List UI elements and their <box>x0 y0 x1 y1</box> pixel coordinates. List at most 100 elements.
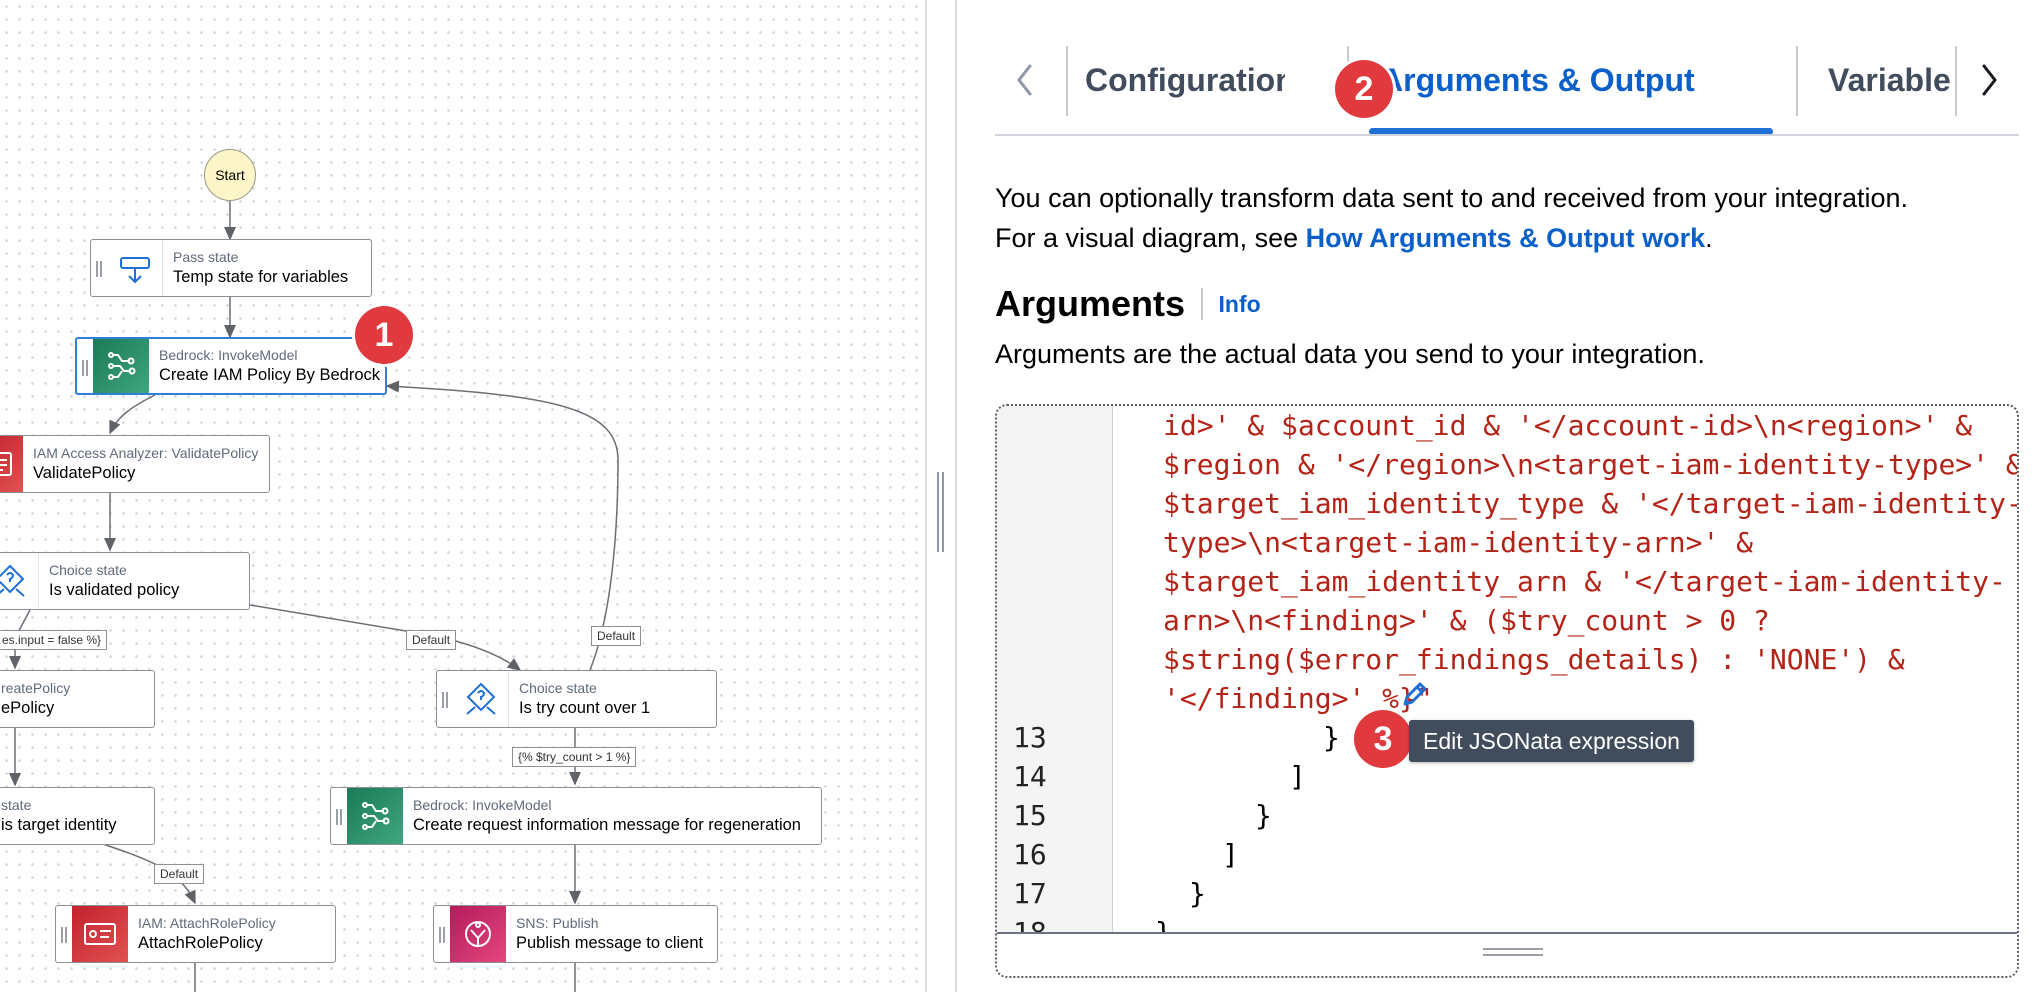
node-name: Temp state for variables <box>173 268 349 286</box>
edge-label: es.input = false %} <box>0 630 108 650</box>
line-number: 13 <box>1013 721 1047 754</box>
tab-scroll-left-button[interactable] <box>995 40 1055 120</box>
node-type: Choice state <box>519 680 597 696</box>
code-line: $target_iam_identity_type & '</target-ia… <box>1163 487 2017 520</box>
node-name: Is try count over 1 <box>519 699 651 717</box>
node-type: Bedrock: InvokeModel <box>159 347 298 363</box>
choice-icon <box>0 553 39 609</box>
iam-icon <box>72 906 128 962</box>
node-name: Create request information message for r… <box>413 816 801 834</box>
line-number: 14 <box>1013 760 1047 793</box>
code-line: id>' & $account_id & '</account-id>\n<re… <box>1163 409 1973 442</box>
intro-text-line2: For a visual diagram, see How Arguments … <box>995 218 1713 258</box>
arguments-heading: Arguments <box>995 283 1186 324</box>
line-number: 18 <box>1013 913 1047 932</box>
tab-bar: Configuration Arguments & Output Variabl… <box>995 40 2019 136</box>
line-number: 17 <box>1013 877 1047 910</box>
arguments-description: Arguments are the actual data you send t… <box>995 339 1705 369</box>
sns-publish-node[interactable]: SNS: Publish Publish message to client <box>433 905 718 963</box>
chevron-right-icon <box>1982 64 1997 96</box>
workflow-canvas[interactable]: Start Pass state Temp state for variables… <box>0 0 925 992</box>
node-name: Create IAM Policy By Bedrock <box>159 366 380 384</box>
how-arguments-output-link[interactable]: How Arguments & Output work <box>1306 223 1706 253</box>
code-line: $target_iam_identity_arn & '</target-iam… <box>1163 565 2006 598</box>
resize-grip-icon <box>1483 948 1543 956</box>
node-name: Publish message to client <box>516 934 704 952</box>
validate-policy-node[interactable]: IAM Access Analyzer: ValidatePolicy Valid… <box>0 435 270 493</box>
code-line: arn>\n<finding>' & ($try_count > 0 ? <box>1163 604 1770 637</box>
edge-label: {% $try_count > 1 %} <box>512 747 637 767</box>
pencil-icon <box>1403 682 1427 706</box>
drag-handle[interactable] <box>331 788 347 844</box>
edit-jsonata-tooltip: Edit JSONata expression <box>1409 720 1694 762</box>
code-line: } <box>1189 877 1206 910</box>
pass-state-node[interactable]: Pass state Temp state for variables <box>90 239 372 297</box>
is-target-identity-node[interactable]: state is target identity <box>0 787 155 845</box>
node-name: Is validated policy <box>49 581 180 599</box>
step-badge-3: 3 <box>1354 710 1412 768</box>
tab-variables[interactable]: Variable <box>1828 40 1954 120</box>
node-name: ValidatePolicy <box>33 464 136 482</box>
node-type: Choice state <box>49 562 127 578</box>
panel-resize-divider[interactable] <box>925 0 957 992</box>
node-type: IAM Access Analyzer: ValidatePolicy <box>33 445 259 461</box>
is-try-count-choice-node[interactable]: Choice state Is try count over 1 <box>436 670 717 728</box>
node-type: IAM: AttachRolePolicy <box>138 915 276 931</box>
intro-prefix: For a visual diagram, see <box>995 223 1306 253</box>
step-badge-2: 2 <box>1335 60 1393 118</box>
chevron-left-icon <box>1017 64 1032 96</box>
code-line: } <box>1255 799 1272 832</box>
drag-handle[interactable] <box>56 906 72 962</box>
node-type: SNS: Publish <box>516 915 599 931</box>
node-type: reatePolicy <box>1 680 71 696</box>
sns-icon <box>450 906 506 962</box>
code-line: $region & '</region>\n<target-iam-identi… <box>1163 448 2017 481</box>
code-line: type>\n<target-iam-identity-arn>' & <box>1163 526 1754 559</box>
resize-handle[interactable] <box>936 472 946 552</box>
arguments-code-editor[interactable]: id>' & $account_id & '</account-id>\n<re… <box>995 404 2019 978</box>
invoke-model-node[interactable]: Bedrock: InvokeModel Create IAM Policy By… <box>75 337 387 395</box>
code-line: } <box>1155 913 1172 932</box>
node-name: ePolicy <box>1 699 55 717</box>
code-area[interactable]: id>' & $account_id & '</account-id>\n<re… <box>997 406 2017 932</box>
invoke-model-regen-node[interactable]: Bedrock: InvokeModel Create request infor… <box>330 787 822 845</box>
editor-resize-bar[interactable] <box>997 932 2017 976</box>
info-link[interactable]: Info <box>1219 291 1261 318</box>
drag-handle[interactable] <box>437 671 453 727</box>
code-line: ] <box>1222 838 1239 871</box>
tab-configuration[interactable]: Configuration <box>1085 40 1285 120</box>
node-type: Bedrock: InvokeModel <box>413 797 552 813</box>
edge-label: Default <box>406 630 457 650</box>
bedrock-icon <box>347 788 403 844</box>
node-type: state <box>1 797 32 813</box>
start-node[interactable]: Start <box>204 149 256 201</box>
bedrock-icon <box>93 339 149 393</box>
line-number: 16 <box>1013 838 1047 871</box>
drag-handle[interactable] <box>77 339 93 393</box>
drag-handle[interactable] <box>434 906 450 962</box>
edge-label: Default <box>591 626 642 646</box>
drag-handle[interactable] <box>91 240 107 296</box>
node-type: Pass state <box>173 249 239 265</box>
pass-state-icon <box>107 240 163 296</box>
choice-icon <box>453 671 509 727</box>
node-name: is target identity <box>1 816 117 834</box>
tab-arguments-output[interactable]: Arguments & Output <box>1380 40 1770 120</box>
intro-text: You can optionally transform data sent t… <box>995 183 1909 213</box>
create-policy-node[interactable]: reatePolicy ePolicy <box>0 670 155 728</box>
line-number: 15 <box>1013 799 1047 832</box>
step-badge-1: 1 <box>355 306 413 364</box>
access-analyzer-icon <box>0 436 23 492</box>
is-validated-choice-node[interactable]: Choice state Is validated policy <box>0 552 250 610</box>
edge-label: Default <box>154 864 205 884</box>
code-line: } <box>1323 721 1340 754</box>
arguments-header: Arguments Info <box>995 282 1261 326</box>
edit-jsonata-button[interactable] <box>1399 678 1431 710</box>
node-name: AttachRolePolicy <box>138 934 263 952</box>
intro-suffix: . <box>1705 223 1713 253</box>
code-line: ] <box>1289 760 1306 793</box>
attach-role-policy-node[interactable]: IAM: AttachRolePolicy AttachRolePolicy <box>55 905 336 963</box>
tab-scroll-right-button[interactable] <box>1959 40 2019 120</box>
code-line: $string($error_findings_details) : 'NONE… <box>1163 643 1905 676</box>
inspector-panel: Configuration Arguments & Output Variabl… <box>957 0 2044 992</box>
